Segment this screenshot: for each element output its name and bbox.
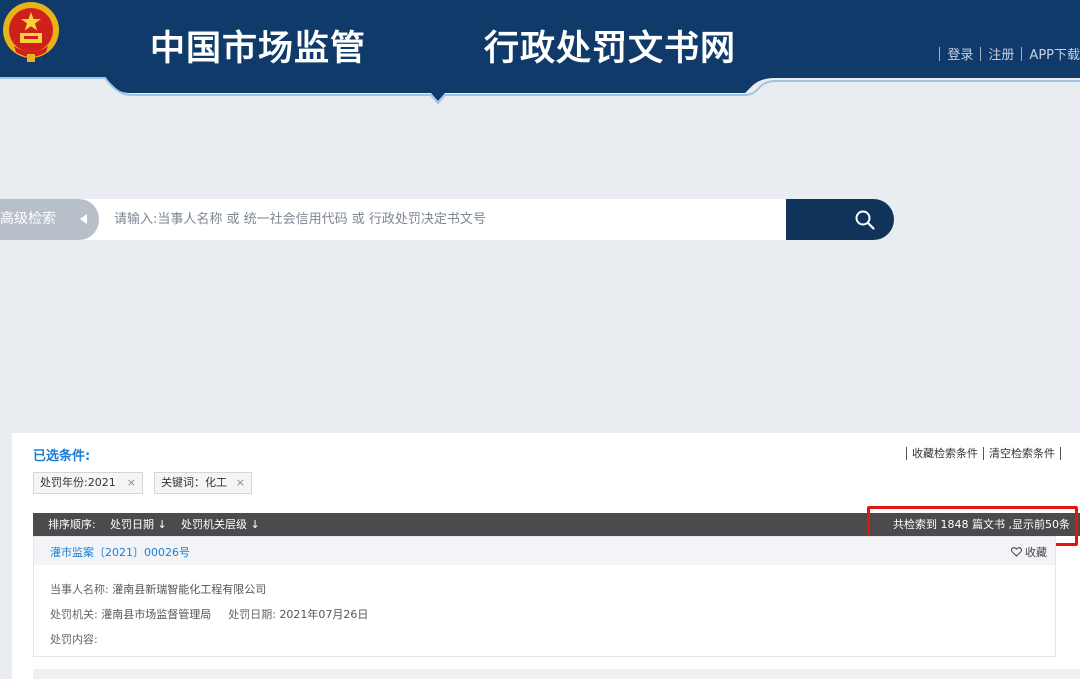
link-separator	[1021, 46, 1023, 61]
condition-actions: 收藏检索条件 清空检索条件	[901, 445, 1066, 461]
condition-tag-keyword[interactable]: 关键词：化工 ×	[154, 472, 252, 494]
condition-tag-label: 处罚年份:2021	[40, 476, 116, 489]
register-link[interactable]: 注册	[988, 48, 1014, 63]
search-button[interactable]	[786, 199, 894, 240]
next-result-strip	[33, 669, 1080, 679]
results-panel: 已选条件: 收藏检索条件 清空检索条件 处罚年份:2021 × 关键词：化工 × …	[12, 433, 1080, 679]
selected-conditions-title: 已选条件:	[33, 449, 91, 464]
sort-order-label: 排序顺序:	[48, 518, 96, 531]
site-title-right: 行政处罚文书网	[484, 29, 737, 69]
sort-by-date-button[interactable]: 处罚日期 ↓	[110, 513, 167, 536]
action-separator	[983, 446, 984, 460]
party-name-value: 灌南县新瑞智能化工程有限公司	[112, 583, 267, 596]
penalty-date-value: 2021年07月26日	[279, 608, 369, 621]
link-separator	[939, 46, 941, 61]
condition-tag-label: 关键词：化工	[161, 476, 227, 489]
national-emblem-icon	[3, 2, 59, 62]
clear-search-conditions-link[interactable]: 清空检索条件	[989, 447, 1055, 460]
party-name-row: 当事人名称: 灌南县新瑞智能化工程有限公司	[50, 581, 266, 597]
close-icon[interactable]: ×	[236, 473, 245, 493]
top-links: 登录 注册 APP下载	[932, 44, 1080, 63]
favorite-button[interactable]: 收藏	[1011, 544, 1047, 560]
agency-row: 处罚机关: 灌南县市场监督管理局 处罚日期: 2021年07月26日	[50, 606, 368, 622]
site-header: 中国市场监管 行政处罚文书网 登录 注册 APP下载	[0, 0, 1080, 104]
agency-value: 灌南县市场监督管理局	[101, 608, 212, 621]
result-item-header: 灌市监案〔2021〕00026号 收藏	[34, 537, 1055, 565]
result-item: 灌市监案〔2021〕00026号 收藏 当事人名称: 灌南县新瑞智能化工程有限公…	[33, 536, 1056, 657]
advanced-search-button[interactable]: 高级检索	[0, 199, 99, 240]
agency-label: 处罚机关:	[50, 608, 98, 621]
favorite-label: 收藏	[1025, 546, 1047, 559]
penalty-date-label: 处罚日期:	[228, 608, 276, 621]
search-bar: 高级检索	[0, 199, 894, 240]
save-search-conditions-link[interactable]: 收藏检索条件	[912, 447, 978, 460]
heart-icon	[1011, 547, 1022, 557]
action-separator	[906, 446, 907, 460]
search-icon	[855, 210, 875, 230]
condition-tag-year[interactable]: 处罚年份:2021 ×	[33, 472, 143, 494]
party-name-label: 当事人名称:	[50, 583, 109, 596]
penalty-content-row: 处罚内容:	[50, 631, 98, 647]
app-download-link[interactable]: APP下载	[1029, 48, 1080, 63]
login-link[interactable]: 登录	[947, 48, 973, 63]
link-separator	[980, 46, 982, 61]
penalty-content-label: 处罚内容:	[50, 633, 98, 646]
document-number-link[interactable]: 灌市监案〔2021〕00026号	[50, 544, 190, 560]
site-title-left: 中国市场监管	[150, 29, 367, 69]
action-separator	[1060, 446, 1061, 460]
advanced-search-label: 高级检索	[0, 211, 56, 227]
sort-by-agency-level-button[interactable]: 处罚机关层级 ↓	[181, 513, 260, 536]
search-input[interactable]	[114, 199, 774, 240]
close-icon[interactable]: ×	[127, 473, 136, 493]
arrow-left-icon	[80, 214, 87, 224]
